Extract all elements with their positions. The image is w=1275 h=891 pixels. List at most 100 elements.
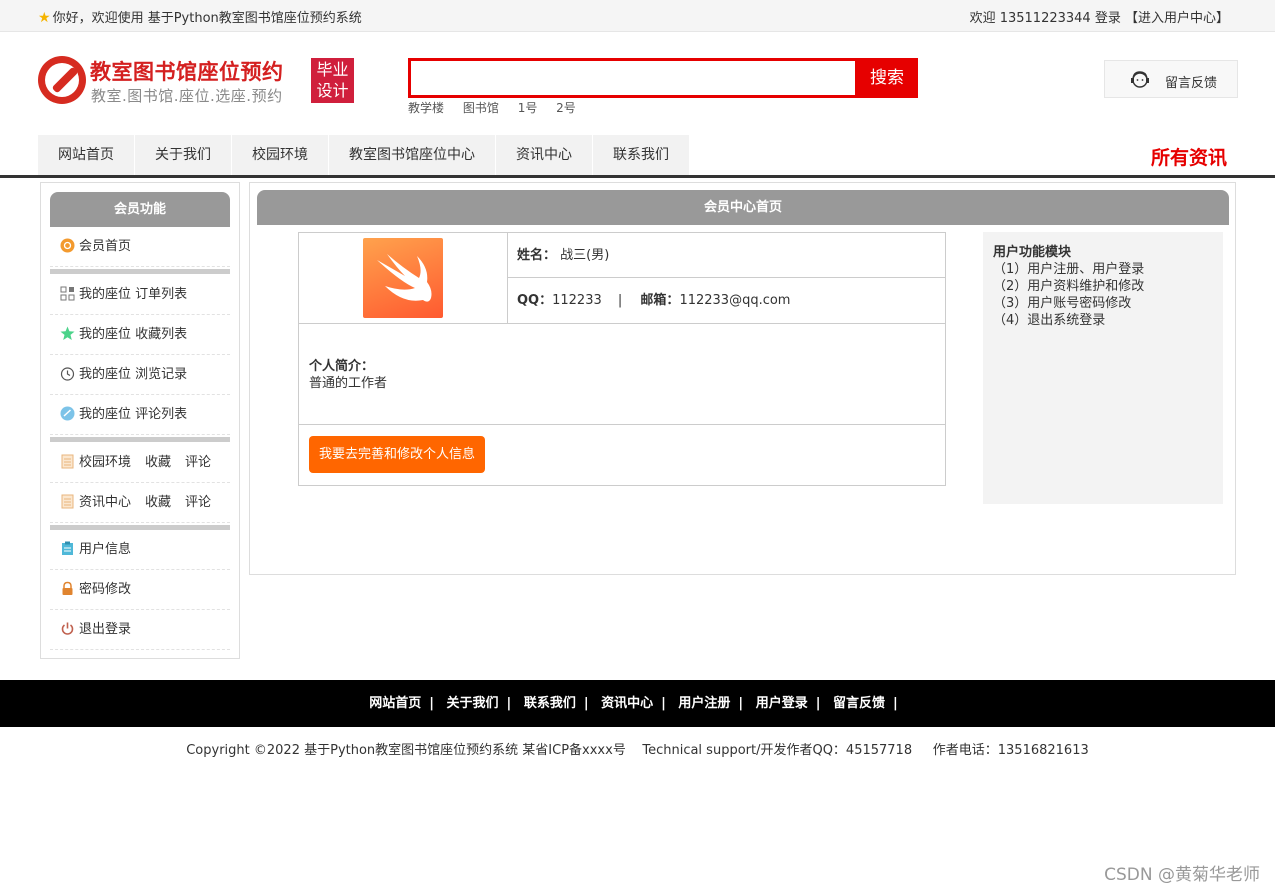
feedback-button[interactable]: 留言反馈 (1104, 60, 1238, 98)
sidebar-separator (50, 269, 230, 274)
grid-icon (60, 286, 75, 300)
campus-comments-link[interactable]: 评论 (185, 455, 211, 470)
user-function-module: 用户功能模块 （1）用户注册、用户登录 （2）用户资料维护和修改 （3）用户账号… (983, 232, 1223, 504)
campus-favorites-link[interactable]: 收藏 (145, 455, 171, 470)
comment-icon (60, 406, 75, 420)
welcome-text-wrap: ★ 你好，欢迎使用 基于Python教室图书馆座位预约系统 (38, 7, 362, 26)
nav-item-contact[interactable]: 联系我们 (593, 135, 690, 175)
sidebar-item-seat-favorites[interactable]: 我的座位 收藏列表 (50, 315, 230, 355)
nav-item-about[interactable]: 关于我们 (135, 135, 232, 175)
hot-word-link[interactable]: 教学楼 (408, 101, 444, 115)
footer-link[interactable]: 资讯中心 (601, 696, 653, 711)
user-center-link[interactable]: 【进入用户中心】 (1125, 11, 1229, 26)
welcome-text: 你好，欢迎使用 基于Python教室图书馆座位预约系统 (52, 11, 362, 26)
hot-word-link[interactable]: 图书馆 (463, 101, 499, 115)
footer-link[interactable]: 联系我们 (524, 696, 576, 711)
email-label: 邮箱： (640, 293, 680, 308)
sidebar-separator (50, 437, 230, 442)
member-sidebar: 会员功能 会员首页 我的座位 订单列表 我的座位 收藏列表 我的座位 浏览记录 … (40, 182, 240, 659)
user-status: 欢迎 13511223344 登录 【进入用户中心】 (970, 7, 1229, 26)
sidebar-item-user-info[interactable]: 用户信息 (50, 530, 230, 570)
avatar-cell (299, 233, 508, 324)
news-comments-link[interactable]: 评论 (185, 495, 211, 510)
page-title: 会员中心首页 (257, 190, 1229, 225)
footer-link[interactable]: 用户注册 (678, 696, 730, 711)
nav-divider (0, 175, 1275, 178)
brand-subtitle: 教室.图书馆.座位.选座.预约 (91, 87, 283, 105)
name-value: 战三(男) (560, 248, 610, 263)
swift-bird-icon (377, 254, 432, 302)
sidebar-item-label: 我的座位 收藏列表 (79, 327, 188, 342)
footer-link[interactable]: 留言反馈 (833, 696, 885, 711)
member-center-panel: 会员中心首页 姓名： 战三(男) QQ：112233 | 邮箱：112233@q… (249, 182, 1236, 575)
hot-search-words: 教学楼 图书馆 1号 2号 (408, 99, 591, 116)
sidebar-item-label: 我的座位 评论列表 (79, 407, 188, 422)
sidebar-item-seat-comments[interactable]: 我的座位 评论列表 (50, 395, 230, 435)
footer-link[interactable]: 关于我们 (447, 696, 499, 711)
nav-item-home[interactable]: 网站首页 (38, 135, 135, 175)
sidebar-item-label: 会员首页 (79, 239, 132, 254)
sidebar-item-label: 我的座位 订单列表 (79, 287, 188, 302)
footer-nav: 网站首页 | 关于我们 | 联系我们 | 资讯中心 | 用户注册 | 用户登录 | 留言反馈… (0, 680, 1275, 727)
sidebar-item-campus: 校园环境 收藏 评论 (50, 443, 230, 483)
brand-title: 教室图书馆座位预约 (90, 60, 284, 84)
function-title: 用户功能模块 (993, 245, 1072, 260)
copyright-text: Copyright ©2022 基于Python教室图书馆座位预约系统 某省IC… (186, 743, 1089, 758)
sidebar-item-label: 用户信息 (79, 542, 132, 557)
user-login-text: 欢迎 13511223344 登录 (969, 11, 1121, 26)
avatar (363, 238, 443, 318)
intro-value: 普通的工作者 (309, 376, 388, 391)
feedback-label: 留言反馈 (1165, 76, 1218, 91)
graduation-badge: 毕业设计 (311, 58, 354, 103)
clipboard-icon (62, 541, 73, 555)
function-item: （4）退出系统登录 (993, 313, 1106, 328)
hot-word-link[interactable]: 1号 (518, 101, 538, 115)
hot-word-link[interactable]: 2号 (556, 101, 576, 115)
sidebar-item-seat-history[interactable]: 我的座位 浏览记录 (50, 355, 230, 395)
csdn-watermark: CSDN @黄菊华老师 (1104, 865, 1260, 885)
name-cell: 姓名： 战三(男) (508, 233, 945, 278)
name-label: 姓名： (517, 248, 557, 263)
sidebar-item-logout[interactable]: 退出登录 (50, 610, 230, 650)
qq-value: 112233 (552, 293, 602, 308)
footer-link[interactable]: 网站首页 (369, 696, 421, 711)
nav-item-campus[interactable]: 校园环境 (232, 135, 329, 175)
search-button[interactable]: 搜索 (856, 58, 918, 98)
home-circle-icon (60, 238, 75, 252)
badge-text: 毕业设计 (316, 60, 349, 100)
campus-link[interactable]: 校园环境 (79, 455, 131, 470)
sidebar-item-news: 资讯中心 收藏 评论 (50, 483, 230, 523)
sidebar-item-label: 退出登录 (79, 622, 132, 637)
function-item: （3）用户账号密码修改 (993, 296, 1132, 311)
sidebar-item-seat-orders[interactable]: 我的座位 订单列表 (50, 275, 230, 315)
nav-item-news[interactable]: 资讯中心 (496, 135, 593, 175)
footer-link[interactable]: 用户登录 (756, 696, 808, 711)
sidebar-title: 会员功能 (50, 192, 230, 227)
sidebar-item-home[interactable]: 会员首页 (50, 227, 230, 267)
intro-label: 个人简介： (309, 359, 375, 374)
all-news-link[interactable]: 所有资讯 (1151, 143, 1227, 170)
star-icon (60, 326, 75, 340)
profile-table: 姓名： 战三(男) QQ：112233 | 邮箱：112233@qq.com 个… (298, 232, 946, 486)
site-logo[interactable] (38, 56, 86, 104)
document-icon (61, 454, 74, 468)
top-bar: ★ 你好，欢迎使用 基于Python教室图书馆座位预约系统 欢迎 13511223… (0, 0, 1275, 32)
power-icon (61, 622, 74, 635)
qq-label: QQ： (517, 293, 553, 308)
function-item: （1）用户注册、用户登录 (993, 262, 1145, 277)
intro-cell: 个人简介： 普通的工作者 (299, 324, 945, 425)
news-link[interactable]: 资讯中心 (79, 495, 131, 510)
edit-profile-button[interactable]: 我要去完善和修改个人信息 (309, 436, 485, 473)
history-clock-icon (60, 366, 75, 381)
nav-item-seat-center[interactable]: 教室图书馆座位中心 (329, 135, 496, 175)
star-icon: ★ (38, 10, 51, 26)
news-favorites-link[interactable]: 收藏 (145, 495, 171, 510)
document-icon (61, 494, 74, 508)
main-nav: 网站首页 关于我们 校园环境 教室图书馆座位中心 资讯中心 联系我们 (38, 135, 690, 175)
contact-cell: QQ：112233 | 邮箱：112233@qq.com (508, 278, 945, 324)
sidebar-item-password[interactable]: 密码修改 (50, 570, 230, 610)
lock-icon (62, 581, 73, 595)
search-input[interactable] (408, 58, 858, 98)
sidebar-item-label: 密码修改 (79, 582, 132, 597)
function-item: （2）用户资料维护和修改 (993, 279, 1145, 294)
